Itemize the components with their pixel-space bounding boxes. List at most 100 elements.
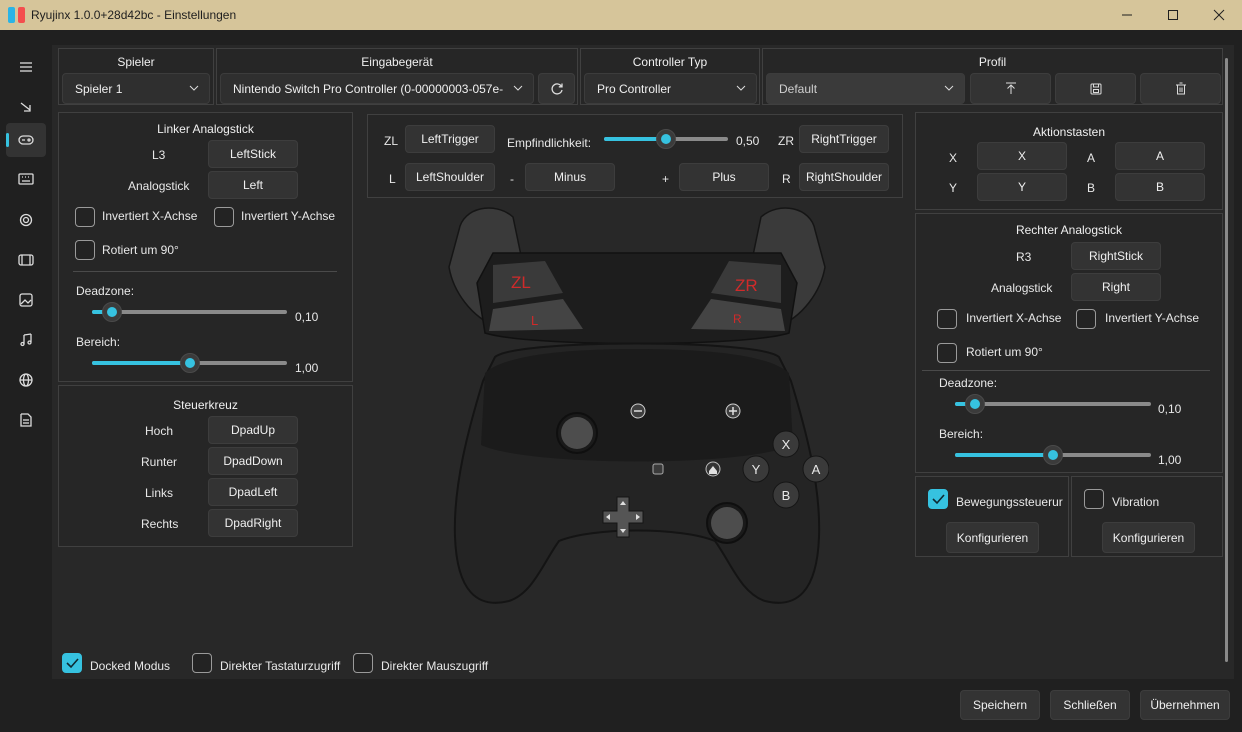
right-deadzone-slider[interactable] bbox=[955, 394, 1151, 414]
b-binding-button[interactable]: B bbox=[1115, 173, 1205, 201]
right-stick-title: Rechter Analogstick bbox=[1015, 223, 1123, 237]
right-rotate-checkbox[interactable] bbox=[937, 343, 957, 363]
motion-section: Bewegungssteuerur Konfigurieren bbox=[915, 476, 1069, 557]
scrollbar[interactable] bbox=[1225, 58, 1228, 662]
slider-thumb[interactable] bbox=[101, 302, 122, 322]
r3-binding-button[interactable]: RightStick bbox=[1071, 242, 1161, 270]
minus-label: - bbox=[510, 172, 514, 186]
sidebar-item-audio[interactable] bbox=[6, 323, 46, 357]
dpad-left-binding-button[interactable]: DpadLeft bbox=[208, 478, 298, 506]
left-deadzone-slider[interactable] bbox=[92, 302, 287, 322]
left-rotate-checkbox[interactable] bbox=[75, 240, 95, 260]
maximize-button[interactable] bbox=[1150, 0, 1196, 30]
dpad-up-binding-button[interactable]: DpadUp bbox=[208, 416, 298, 444]
plus-binding-button[interactable]: Plus bbox=[679, 163, 769, 191]
gamepad-icon bbox=[18, 135, 34, 145]
minimize-button[interactable] bbox=[1104, 0, 1150, 30]
sidebar-item-input[interactable] bbox=[6, 123, 46, 157]
chevron-down-icon bbox=[944, 85, 954, 91]
zl-binding-button[interactable]: LeftTrigger bbox=[405, 125, 495, 153]
left-analog-binding-button[interactable]: Left bbox=[208, 171, 298, 199]
r-illustration-label: R bbox=[733, 312, 742, 326]
sidebar-item-system[interactable] bbox=[6, 203, 46, 237]
profile-select-value: Default bbox=[779, 81, 818, 96]
input-device-select[interactable]: Nintendo Switch Pro Controller (0-000000… bbox=[220, 73, 534, 104]
y-binding-button[interactable]: Y bbox=[977, 173, 1067, 201]
sensitivity-slider[interactable] bbox=[604, 129, 728, 149]
save-button[interactable]: Speichern bbox=[960, 690, 1040, 720]
refresh-devices-button[interactable] bbox=[538, 73, 575, 104]
motion-label: Bewegungssteuerur bbox=[956, 495, 1063, 509]
right-range-label: Bereich: bbox=[939, 427, 984, 441]
load-profile-button[interactable] bbox=[970, 73, 1051, 104]
slider-thumb[interactable] bbox=[964, 394, 985, 414]
left-range-slider[interactable] bbox=[92, 353, 287, 373]
r-binding-button[interactable]: RightShoulder bbox=[799, 163, 889, 191]
motion-checkbox[interactable] bbox=[928, 489, 948, 509]
l-binding-button[interactable]: LeftShoulder bbox=[405, 163, 495, 191]
sidebar-item-logging[interactable] bbox=[6, 403, 46, 437]
docked-mode-checkbox[interactable] bbox=[62, 653, 82, 673]
sidebar-menu-toggle[interactable] bbox=[6, 50, 46, 84]
dpad-down-binding-button[interactable]: DpadDown bbox=[208, 447, 298, 475]
l3-binding-button[interactable]: LeftStick bbox=[208, 140, 298, 168]
close-button[interactable]: Schließen bbox=[1050, 690, 1130, 720]
sensitivity-value: 0,50 bbox=[736, 134, 760, 148]
right-range-slider[interactable] bbox=[955, 445, 1151, 465]
left-range-label: Bereich: bbox=[76, 335, 121, 349]
x-action-label: X bbox=[949, 151, 958, 165]
profile-select[interactable]: Default bbox=[766, 73, 965, 104]
left-invert-y-label: Invertiert Y-Achse bbox=[241, 209, 336, 223]
sidebar-item-cpu[interactable] bbox=[6, 243, 46, 277]
vibration-configure-button[interactable]: Konfigurieren bbox=[1102, 522, 1195, 553]
controller-type-select[interactable]: Pro Controller bbox=[584, 73, 757, 104]
right-analog-binding-button[interactable]: Right bbox=[1071, 273, 1161, 301]
direct-mouse-checkbox[interactable] bbox=[353, 653, 373, 673]
dpad-right-label: Rechts bbox=[141, 517, 179, 531]
left-deadzone-label: Deadzone: bbox=[76, 284, 135, 298]
sidebar-item-hotkeys[interactable] bbox=[6, 162, 46, 196]
vibration-checkbox[interactable] bbox=[1084, 489, 1104, 509]
plus-label: + bbox=[662, 172, 670, 186]
menu-icon bbox=[20, 62, 32, 72]
right-invert-x-label: Invertiert X-Achse bbox=[966, 311, 1062, 325]
zr-binding-button[interactable]: RightTrigger bbox=[799, 125, 889, 153]
minus-binding-button[interactable]: Minus bbox=[525, 163, 615, 191]
globe-icon bbox=[19, 373, 33, 387]
player-section: Spieler Spieler 1 bbox=[58, 48, 214, 105]
save-profile-button[interactable] bbox=[1055, 73, 1136, 104]
left-invert-x-checkbox[interactable] bbox=[75, 207, 95, 227]
sidebar-item-graphics[interactable] bbox=[6, 283, 46, 317]
a-illustration-label: A bbox=[812, 462, 821, 477]
apply-button[interactable]: Übernehmen bbox=[1140, 690, 1230, 720]
y-illustration-label: Y bbox=[752, 462, 761, 477]
right-invert-x-checkbox[interactable] bbox=[937, 309, 957, 329]
dpad-section: Steuerkreuz Hoch DpadUp Runter DpadDown … bbox=[58, 385, 353, 547]
slider-thumb[interactable] bbox=[656, 129, 676, 149]
input-device-section: Eingabegerät Nintendo Switch Pro Control… bbox=[216, 48, 578, 105]
delete-profile-button[interactable] bbox=[1140, 73, 1221, 104]
b-action-label: B bbox=[1087, 181, 1096, 195]
slider-thumb[interactable] bbox=[1043, 445, 1063, 465]
dpad-title: Steuerkreuz bbox=[173, 398, 238, 412]
dpad-right-binding-button[interactable]: DpadRight bbox=[208, 509, 298, 537]
left-invert-y-checkbox[interactable] bbox=[214, 207, 234, 227]
content-area: Spieler Spieler 1 Eingabegerät Nintendo … bbox=[0, 30, 1242, 732]
direct-keyboard-checkbox[interactable] bbox=[192, 653, 212, 673]
zl-illustration-label: ZL bbox=[511, 273, 531, 292]
document-icon bbox=[20, 413, 32, 427]
right-range-value: 1,00 bbox=[1158, 453, 1182, 467]
a-binding-button[interactable]: A bbox=[1115, 142, 1205, 170]
sidebar-item-network[interactable] bbox=[6, 363, 46, 397]
y-action-label: Y bbox=[949, 181, 958, 195]
a-action-label: A bbox=[1087, 151, 1096, 165]
right-invert-y-checkbox[interactable] bbox=[1076, 309, 1096, 329]
player-select[interactable]: Spieler 1 bbox=[62, 73, 210, 104]
slider-thumb[interactable] bbox=[179, 353, 200, 373]
motion-configure-button[interactable]: Konfigurieren bbox=[946, 522, 1039, 553]
divider bbox=[922, 370, 1210, 371]
close-window-button[interactable] bbox=[1196, 0, 1242, 30]
action-buttons-section: Aktionstasten X X A A Y Y B B bbox=[915, 112, 1223, 210]
x-binding-button[interactable]: X bbox=[977, 142, 1067, 170]
sidebar-item-general[interactable] bbox=[6, 90, 46, 124]
